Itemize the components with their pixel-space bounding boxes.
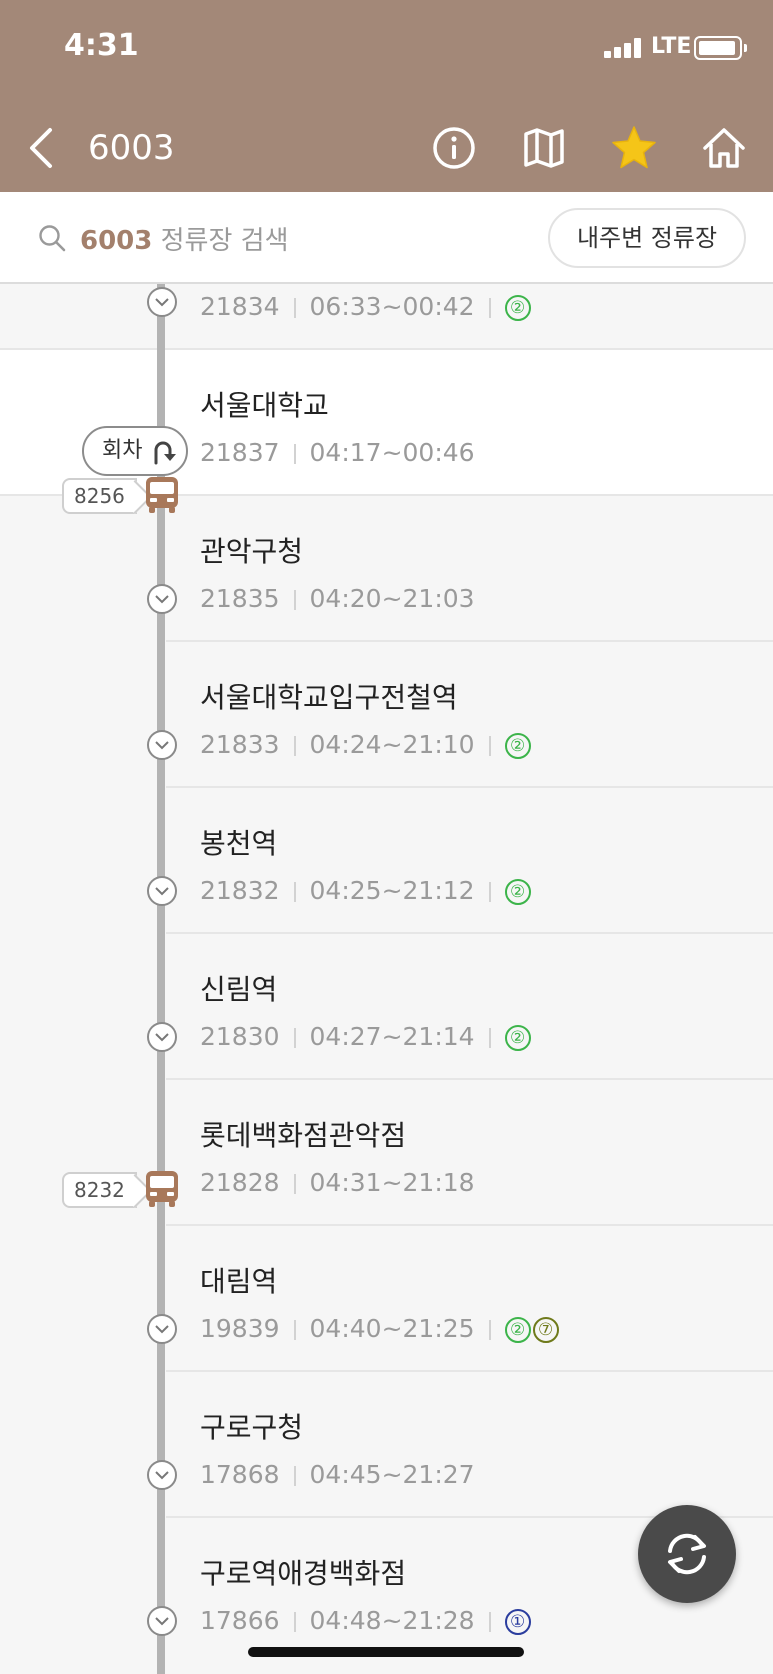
stop-hours: 04:20~21:03 [309,584,475,613]
stop-meta: 21835 04:20~21:03 [200,584,475,613]
list-item[interactable]: 봉천역 21832 04:25~21:12 ② [0,788,773,934]
turnaround-label: 회차 [102,438,143,463]
search-bar[interactable]: 6003 정류장 검색 내주변 정류장 [0,192,773,284]
subway-line-badge: ⑦ [532,1317,559,1343]
subway-line-badge: ① [504,1609,531,1635]
back-button[interactable] [22,124,62,172]
stop-hours: 06:33~00:42 [309,292,475,321]
map-icon [524,128,564,168]
bus-icon[interactable] [144,1170,180,1208]
stop-name: 구로구청 [200,1411,304,1444]
u-turn-icon [154,441,176,465]
stop-id: 21830 [200,1022,280,1051]
chevron-down-icon [147,584,177,614]
search-placeholder: 정류장 검색 [160,226,289,256]
chevron-down-icon [147,876,177,906]
turnaround-badge: 회차 [82,426,188,476]
map-button[interactable] [520,124,568,172]
search-icon [39,225,66,252]
stop-meta: 17868 04:45~21:27 [200,1460,475,1489]
top-bar: 4:31 LTE 6003 [0,0,773,192]
stop-name: 관악구청 [200,535,304,568]
stop-name: 서울대학교 [200,389,329,422]
stop-name: 관악구청 [200,284,303,290]
list-item[interactable]: 관악구청 21835 04:20~21:03 [0,496,773,642]
stop-id: 17868 [200,1460,280,1489]
list-item-partial[interactable]: 관악구청 21834 06:33~00:42 ② [0,284,773,350]
stop-id: 21835 [200,584,280,613]
stop-name: 롯데백화점관악점 [200,1119,407,1152]
stop-id: 21832 [200,876,280,905]
stop-id: 21834 [200,292,280,321]
list-item[interactable]: 구로구청 17868 04:45~21:27 [0,1372,773,1518]
stop-id: 21837 [200,438,280,467]
subway-line-badge: ② [504,733,531,759]
stop-meta: 19839 04:40~21:25 ② ⑦ [200,1314,561,1343]
info-button[interactable] [430,124,478,172]
home-button[interactable] [700,124,748,172]
stop-id: 17866 [200,1606,280,1635]
subway-line-badge: ② [504,1317,531,1343]
favorite-button[interactable] [610,124,658,172]
status-time: 4:31 [64,28,139,63]
list-item[interactable]: 서울대학교입구전철역 21833 04:24~21:10 ② [0,642,773,788]
chevron-down-icon [147,1314,177,1344]
refresh-icon [668,1533,706,1575]
stop-hours: 04:31~21:18 [309,1168,475,1197]
stop-id: 21833 [200,730,280,759]
home-icon [703,128,745,168]
stop-meta: 21833 04:24~21:10 ② [200,730,533,759]
stop-name: 구로역애경백화점 [200,1557,407,1590]
subway-line-badge: ② [504,879,531,905]
nearby-stops-button[interactable]: 내주변 정류장 [548,208,746,268]
chevron-down-icon [147,1606,177,1636]
chevron-down-icon [147,287,177,317]
stop-meta: 21834 06:33~00:42 ② [200,292,533,321]
back-icon [30,128,52,168]
stop-meta: 17866 04:48~21:28 ① [200,1606,533,1635]
chevron-down-icon [147,1022,177,1052]
stop-hours: 04:40~21:25 [309,1314,475,1343]
stop-meta: 21837 04:17~00:46 [200,438,475,467]
search-route-number: 6003 [80,226,153,256]
stop-hours: 04:27~21:14 [309,1022,475,1051]
stop-hours: 04:24~21:10 [309,730,475,759]
stop-name: 신림역 [200,973,278,1006]
refresh-button[interactable] [638,1505,736,1603]
list-item[interactable]: 신림역 21830 04:27~21:14 ② [0,934,773,1080]
stop-meta: 21830 04:27~21:14 ② [200,1022,533,1051]
app-screen: 4:31 LTE 6003 6003 정류장 검색 내주변 정류장 21834 … [0,0,773,1674]
subway-line-badge: ② [504,295,531,321]
stop-hours: 04:45~21:27 [309,1460,475,1489]
stop-meta: 21828 04:31~21:18 [200,1168,475,1197]
stop-name: 서울대학교입구전철역 [200,681,458,714]
info-icon [433,127,475,169]
stop-name: 대림역 [200,1265,278,1298]
bus-plate-label[interactable]: 8256 [62,478,137,514]
chevron-down-icon [147,730,177,760]
list-item[interactable]: 대림역 19839 04:40~21:25 ② ⑦ [0,1226,773,1372]
stop-hours: 04:48~21:28 [309,1606,475,1635]
stop-hours: 04:17~00:46 [309,438,475,467]
bus-plate-label[interactable]: 8232 [62,1172,137,1208]
home-indicator [248,1647,524,1657]
network-type: LTE [651,34,692,59]
stop-id: 19839 [200,1314,280,1343]
chevron-down-icon [147,1460,177,1490]
subway-line-badge: ② [504,1025,531,1051]
route-title: 6003 [88,128,175,168]
star-icon [612,126,656,169]
signal-icon [604,38,642,58]
stop-name: 봉천역 [200,827,278,860]
stop-list[interactable]: 관악구청 21834 06:33~00:42 ② 서울대학교 21837 04:17~… [0,284,773,1674]
search-input[interactable]: 6003 정류장 검색 [80,220,289,257]
stop-hours: 04:25~21:12 [309,876,475,905]
stop-meta: 21832 04:25~21:12 ② [200,876,533,905]
battery-icon [694,36,747,60]
stop-id: 21828 [200,1168,280,1197]
bus-icon[interactable] [144,476,180,514]
